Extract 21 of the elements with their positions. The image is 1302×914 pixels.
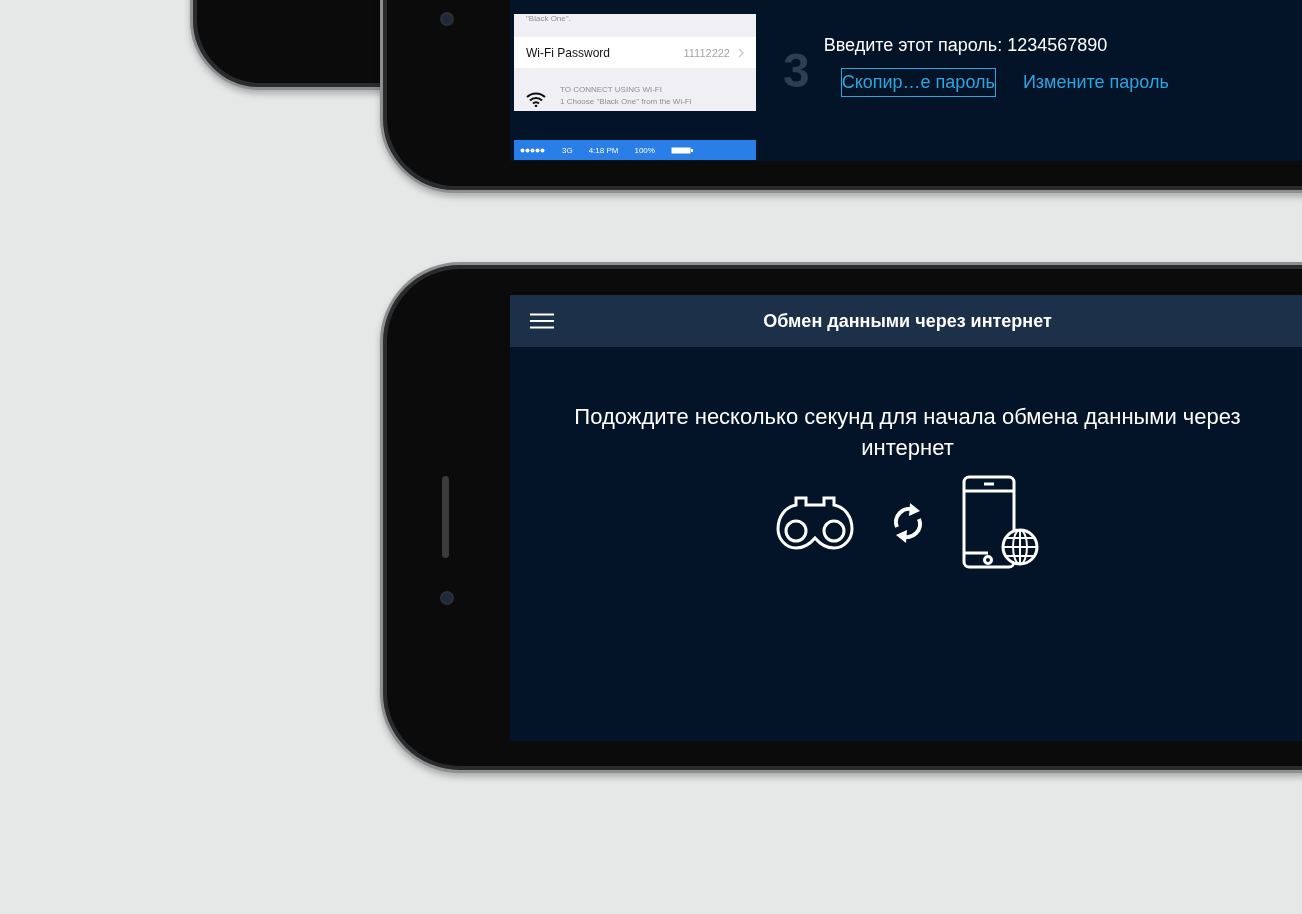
menu-icon[interactable] xyxy=(530,313,554,329)
link-button[interactable]: Измените пароль xyxy=(1021,68,1170,97)
row-label: Wi-Fi Password xyxy=(526,45,611,60)
chevron-icon xyxy=(738,47,744,58)
screen-title: Обмен данными через интернет xyxy=(763,310,1052,332)
instruction-heading: TO CONNECT USING WI-FI xyxy=(560,85,663,94)
phone-globe-icon xyxy=(961,475,1040,571)
instruction-text: 1 Choose "Black One" from the Wi-Fi xyxy=(560,97,692,106)
settings-row[interactable]: Wi-Fi Password 11112222 xyxy=(514,37,756,68)
network-label: 3G xyxy=(562,145,573,155)
instruction-text: Введите этот пароль: 1234567890 xyxy=(823,35,1109,56)
wifi-icon xyxy=(526,91,546,107)
signal-icon xyxy=(520,147,546,153)
binoculars-icon xyxy=(775,495,854,551)
battery-label: 100% xyxy=(634,145,655,155)
battery-icon xyxy=(670,146,693,154)
time-label: 4:18 PM xyxy=(588,145,619,155)
row-value: 11112222 xyxy=(683,46,730,59)
caption-text: "Black One". xyxy=(525,14,572,25)
link-button[interactable]: Скопир…е пароль xyxy=(840,68,996,97)
status-message: Подождите несколько секунд для начала обмена данными через интернет xyxy=(573,403,1242,462)
